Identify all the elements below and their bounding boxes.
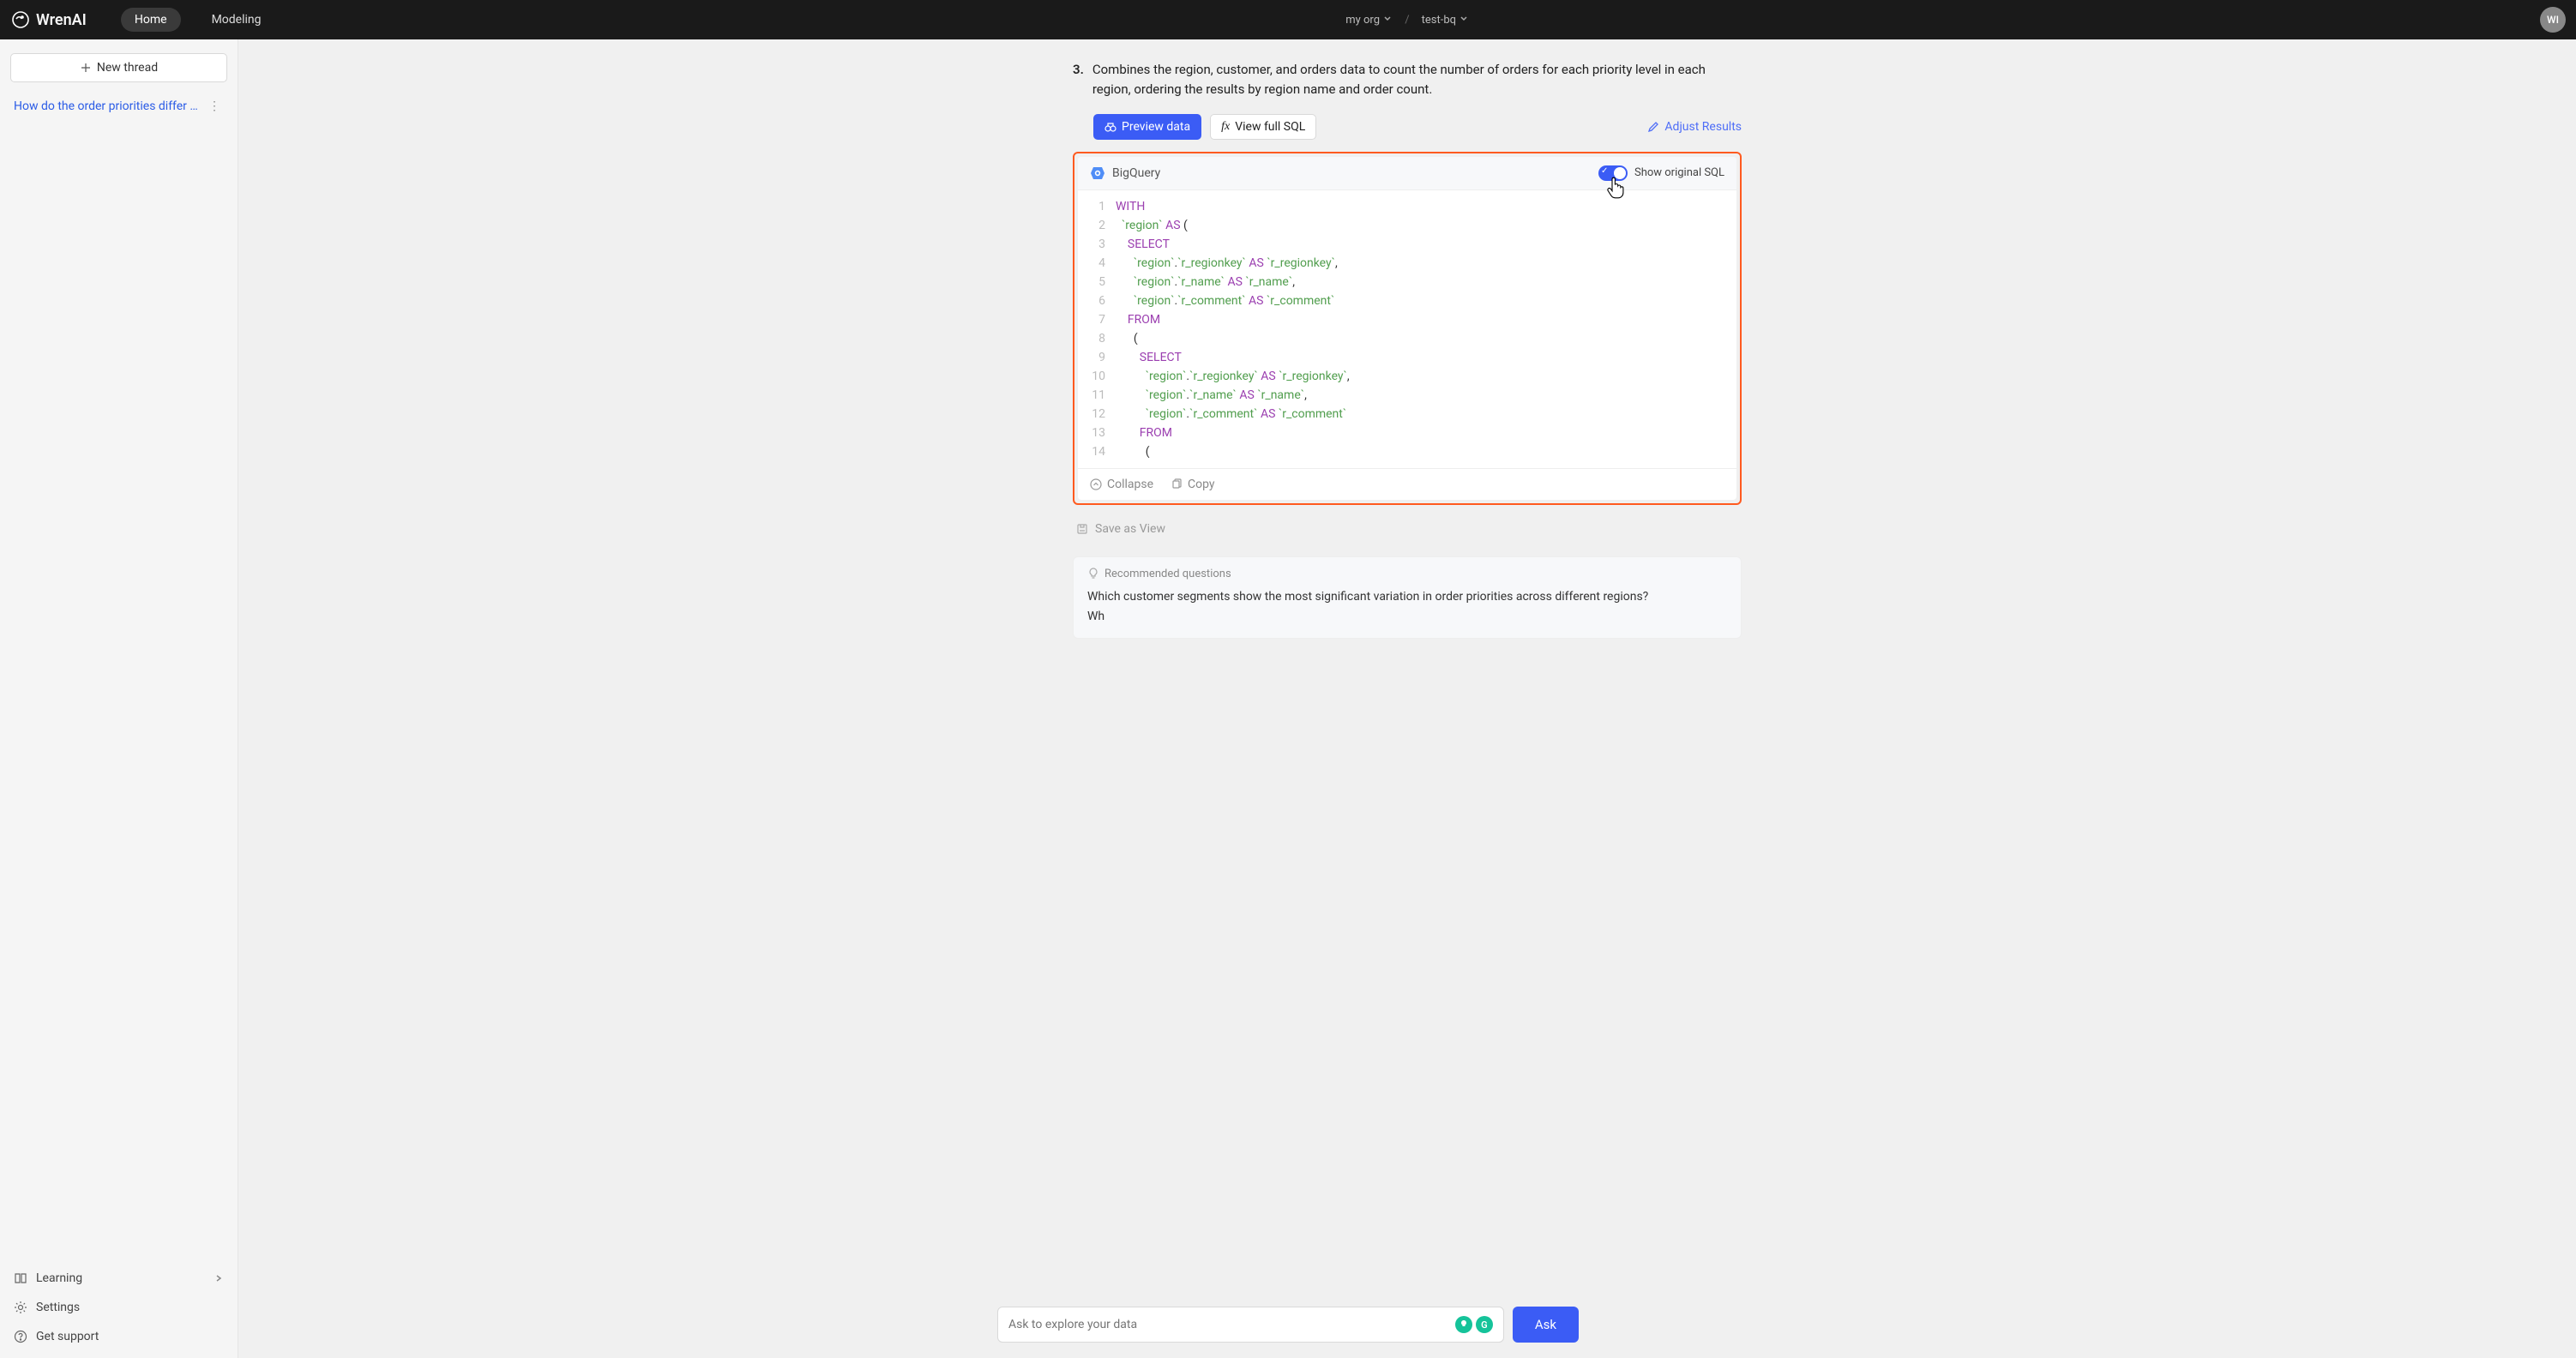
code-line: 10 `region`.`r_regionkey` AS `r_regionke… — [1078, 367, 1736, 386]
chevron-down-icon — [1382, 13, 1393, 23]
sidebar-learning-label: Learning — [36, 1271, 82, 1285]
ask-input[interactable] — [1008, 1318, 1455, 1331]
ask-input-wrap[interactable]: G — [997, 1307, 1504, 1343]
lightbulb-icon — [1087, 568, 1099, 580]
code-line: 3 SELECT — [1078, 235, 1736, 254]
sidebar-settings[interactable]: Settings — [10, 1293, 227, 1322]
top-nav: Home Modeling — [121, 8, 275, 32]
code-line: 14 ( — [1078, 442, 1736, 461]
save-icon — [1076, 523, 1088, 535]
brand-logo: WrenAI — [10, 9, 87, 30]
adjust-results-link[interactable]: Adjust Results — [1647, 120, 1742, 134]
code-line: 9 SELECT — [1078, 348, 1736, 367]
ask-button[interactable]: Ask — [1513, 1307, 1579, 1343]
breadcrumb: my org / test-bq — [1345, 13, 1469, 27]
code-line: 8 ( — [1078, 329, 1736, 348]
thread-menu-icon[interactable]: ⋮ — [205, 99, 224, 113]
show-original-sql-toggle[interactable]: ✓ — [1598, 165, 1628, 181]
adjust-label: Adjust Results — [1664, 120, 1742, 134]
breadcrumb-org[interactable]: my org — [1345, 13, 1393, 27]
step-description: 3. Combines the region, customer, and or… — [1073, 60, 1742, 100]
code-line: 11 `region`.`r_name` AS `r_name`, — [1078, 386, 1736, 405]
rec-question-2[interactable]: Wh — [1087, 607, 1727, 628]
gear-icon — [14, 1301, 27, 1314]
breadcrumb-project[interactable]: test-bq — [1422, 13, 1470, 27]
nav-modeling[interactable]: Modeling — [198, 8, 275, 32]
view-full-label: View full SQL — [1235, 120, 1305, 134]
main: 3. Combines the region, customer, and or… — [238, 39, 2576, 1358]
view-full-sql-button[interactable]: fx View full SQL — [1210, 114, 1316, 140]
binoculars-icon — [1104, 121, 1116, 133]
bigquery-icon — [1090, 165, 1105, 181]
toggle-label: Show original SQL — [1634, 166, 1724, 179]
chevron-down-icon — [1459, 13, 1469, 23]
avatar[interactable]: WI — [2540, 7, 2566, 33]
thread-item[interactable]: How do the order priorities differ … ⋮ — [10, 94, 227, 118]
step-text: Combines the region, customer, and order… — [1092, 60, 1742, 100]
save-view-label: Save as View — [1095, 522, 1165, 536]
plus-icon — [80, 62, 92, 74]
code-line: 12 `region`.`r_comment` AS `r_comment` — [1078, 405, 1736, 424]
sidebar-support-label: Get support — [36, 1330, 99, 1343]
code-line: 5 `region`.`r_name` AS `r_name`, — [1078, 273, 1736, 291]
code-line: 6 `region`.`r_comment` AS `r_comment` — [1078, 291, 1736, 310]
sql-foot: Collapse Copy — [1078, 468, 1736, 500]
sidebar-learning[interactable]: Learning — [10, 1264, 227, 1293]
rec-head-label: Recommended questions — [1104, 568, 1231, 580]
recommended-questions: Recommended questions Which customer seg… — [1073, 556, 1742, 640]
sidebar: New thread How do the order priorities d… — [0, 39, 238, 1358]
collapse-button[interactable]: Collapse — [1090, 478, 1153, 491]
code-line: 1WITH — [1078, 197, 1736, 216]
chevron-up-circle-icon — [1090, 478, 1102, 490]
book-icon — [14, 1271, 27, 1285]
ask-bar: G Ask — [997, 1307, 1579, 1343]
step-num: 3. — [1073, 60, 1084, 100]
code-line: 7 FROM — [1078, 310, 1736, 329]
topbar: WrenAI Home Modeling my org / test-bq WI — [0, 0, 2576, 39]
copy-button[interactable]: Copy — [1171, 478, 1215, 491]
copy-icon — [1171, 478, 1183, 490]
preview-data-button[interactable]: Preview data — [1093, 114, 1201, 140]
collapse-label: Collapse — [1107, 478, 1153, 491]
thread-title: How do the order priorities differ … — [14, 99, 198, 113]
copy-label: Copy — [1188, 478, 1215, 491]
sql-head: BigQuery ✓ Show original SQL — [1078, 157, 1736, 190]
rec-head: Recommended questions — [1087, 568, 1727, 580]
pencil-icon — [1647, 121, 1659, 133]
code-line: 4 `region`.`r_regionkey` AS `r_regionkey… — [1078, 254, 1736, 273]
save-as-view-button[interactable]: Save as View — [1073, 522, 1742, 536]
sidebar-footer: Learning Settings Get support — [10, 1264, 227, 1351]
sql-code[interactable]: 1WITH2 `region` AS (3 SELECT4 `region`.`… — [1078, 190, 1736, 468]
new-thread-button[interactable]: New thread — [10, 53, 227, 82]
preview-label: Preview data — [1122, 120, 1190, 134]
sql-panel: BigQuery ✓ Show original SQL 1WITH2 `reg… — [1078, 157, 1736, 500]
code-line: 2 `region` AS ( — [1078, 216, 1736, 235]
fx-icon: fx — [1221, 120, 1230, 134]
nav-home[interactable]: Home — [121, 8, 181, 32]
grammarly-icon[interactable]: G — [1476, 1316, 1493, 1333]
sidebar-support[interactable]: Get support — [10, 1322, 227, 1351]
sidebar-settings-label: Settings — [36, 1301, 80, 1314]
thread-list: How do the order priorities differ … ⋮ — [10, 94, 227, 1264]
wren-icon — [10, 9, 31, 30]
new-thread-label: New thread — [97, 61, 158, 75]
actions-row: Preview data fx View full SQL Adjust Res… — [1073, 114, 1742, 140]
brand-text: WrenAI — [36, 11, 87, 29]
code-line: 13 FROM — [1078, 424, 1736, 442]
breadcrumb-sep: / — [1405, 14, 1409, 27]
ask-input-icons: G — [1455, 1316, 1493, 1333]
help-icon — [14, 1330, 27, 1343]
chevron-right-icon — [214, 1273, 224, 1283]
suggest-icon[interactable] — [1455, 1316, 1472, 1333]
rec-question-1[interactable]: Which customer segments show the most si… — [1087, 587, 1727, 608]
sql-panel-highlight: BigQuery ✓ Show original SQL 1WITH2 `reg… — [1073, 152, 1742, 505]
sql-engine-label: BigQuery — [1112, 166, 1160, 180]
